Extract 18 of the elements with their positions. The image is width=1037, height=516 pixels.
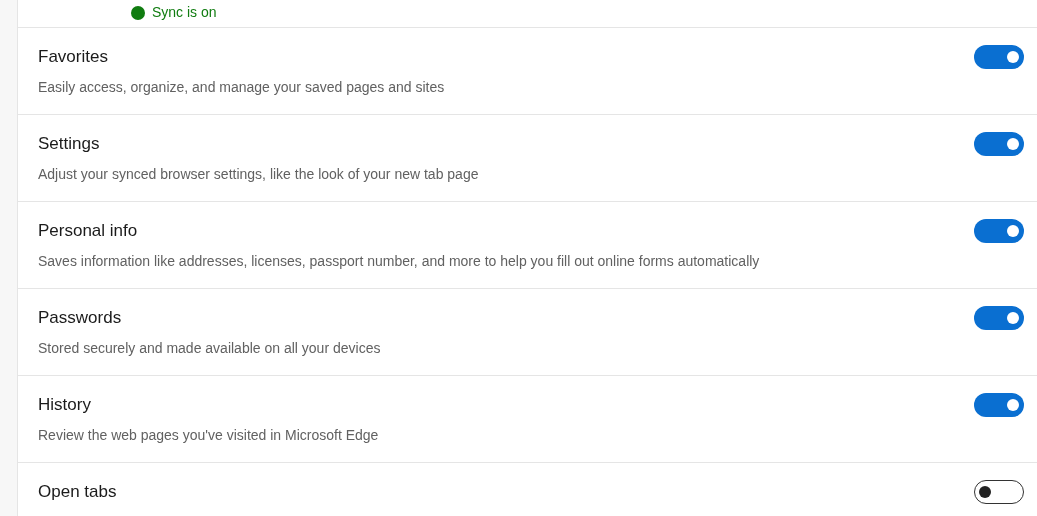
setting-description: Review the web pages you've visited in Microsoft Edge (38, 426, 379, 444)
setting-title: Open tabs (38, 482, 117, 502)
setting-description: Saves information like addresses, licenses, passport number, and more to help you fill out online forms automatically (38, 252, 760, 270)
setting-title: Favorites (38, 47, 109, 67)
toggle-switch[interactable] (974, 219, 1024, 243)
sync-status-text: Sync is on (152, 3, 217, 22)
setting-description: Easily access, organize, and manage your saved pages and sites (38, 78, 445, 96)
toggle-switch[interactable] (974, 132, 1024, 156)
toggle-switch[interactable] (974, 393, 1024, 417)
setting-title: Passwords (38, 308, 123, 328)
setting-title: Personal info (38, 221, 139, 241)
setting-description: Adjust your synced browser settings, like the look of your new tab page (38, 165, 479, 183)
setting-title: Settings (38, 134, 101, 154)
toggle-switch[interactable] (974, 480, 1024, 504)
toggle-switch[interactable] (974, 306, 1024, 330)
setting-description: Stored securely and made available on all your devices (38, 339, 381, 357)
setting-title: History (38, 395, 92, 415)
toggle-switch[interactable] (974, 45, 1024, 69)
